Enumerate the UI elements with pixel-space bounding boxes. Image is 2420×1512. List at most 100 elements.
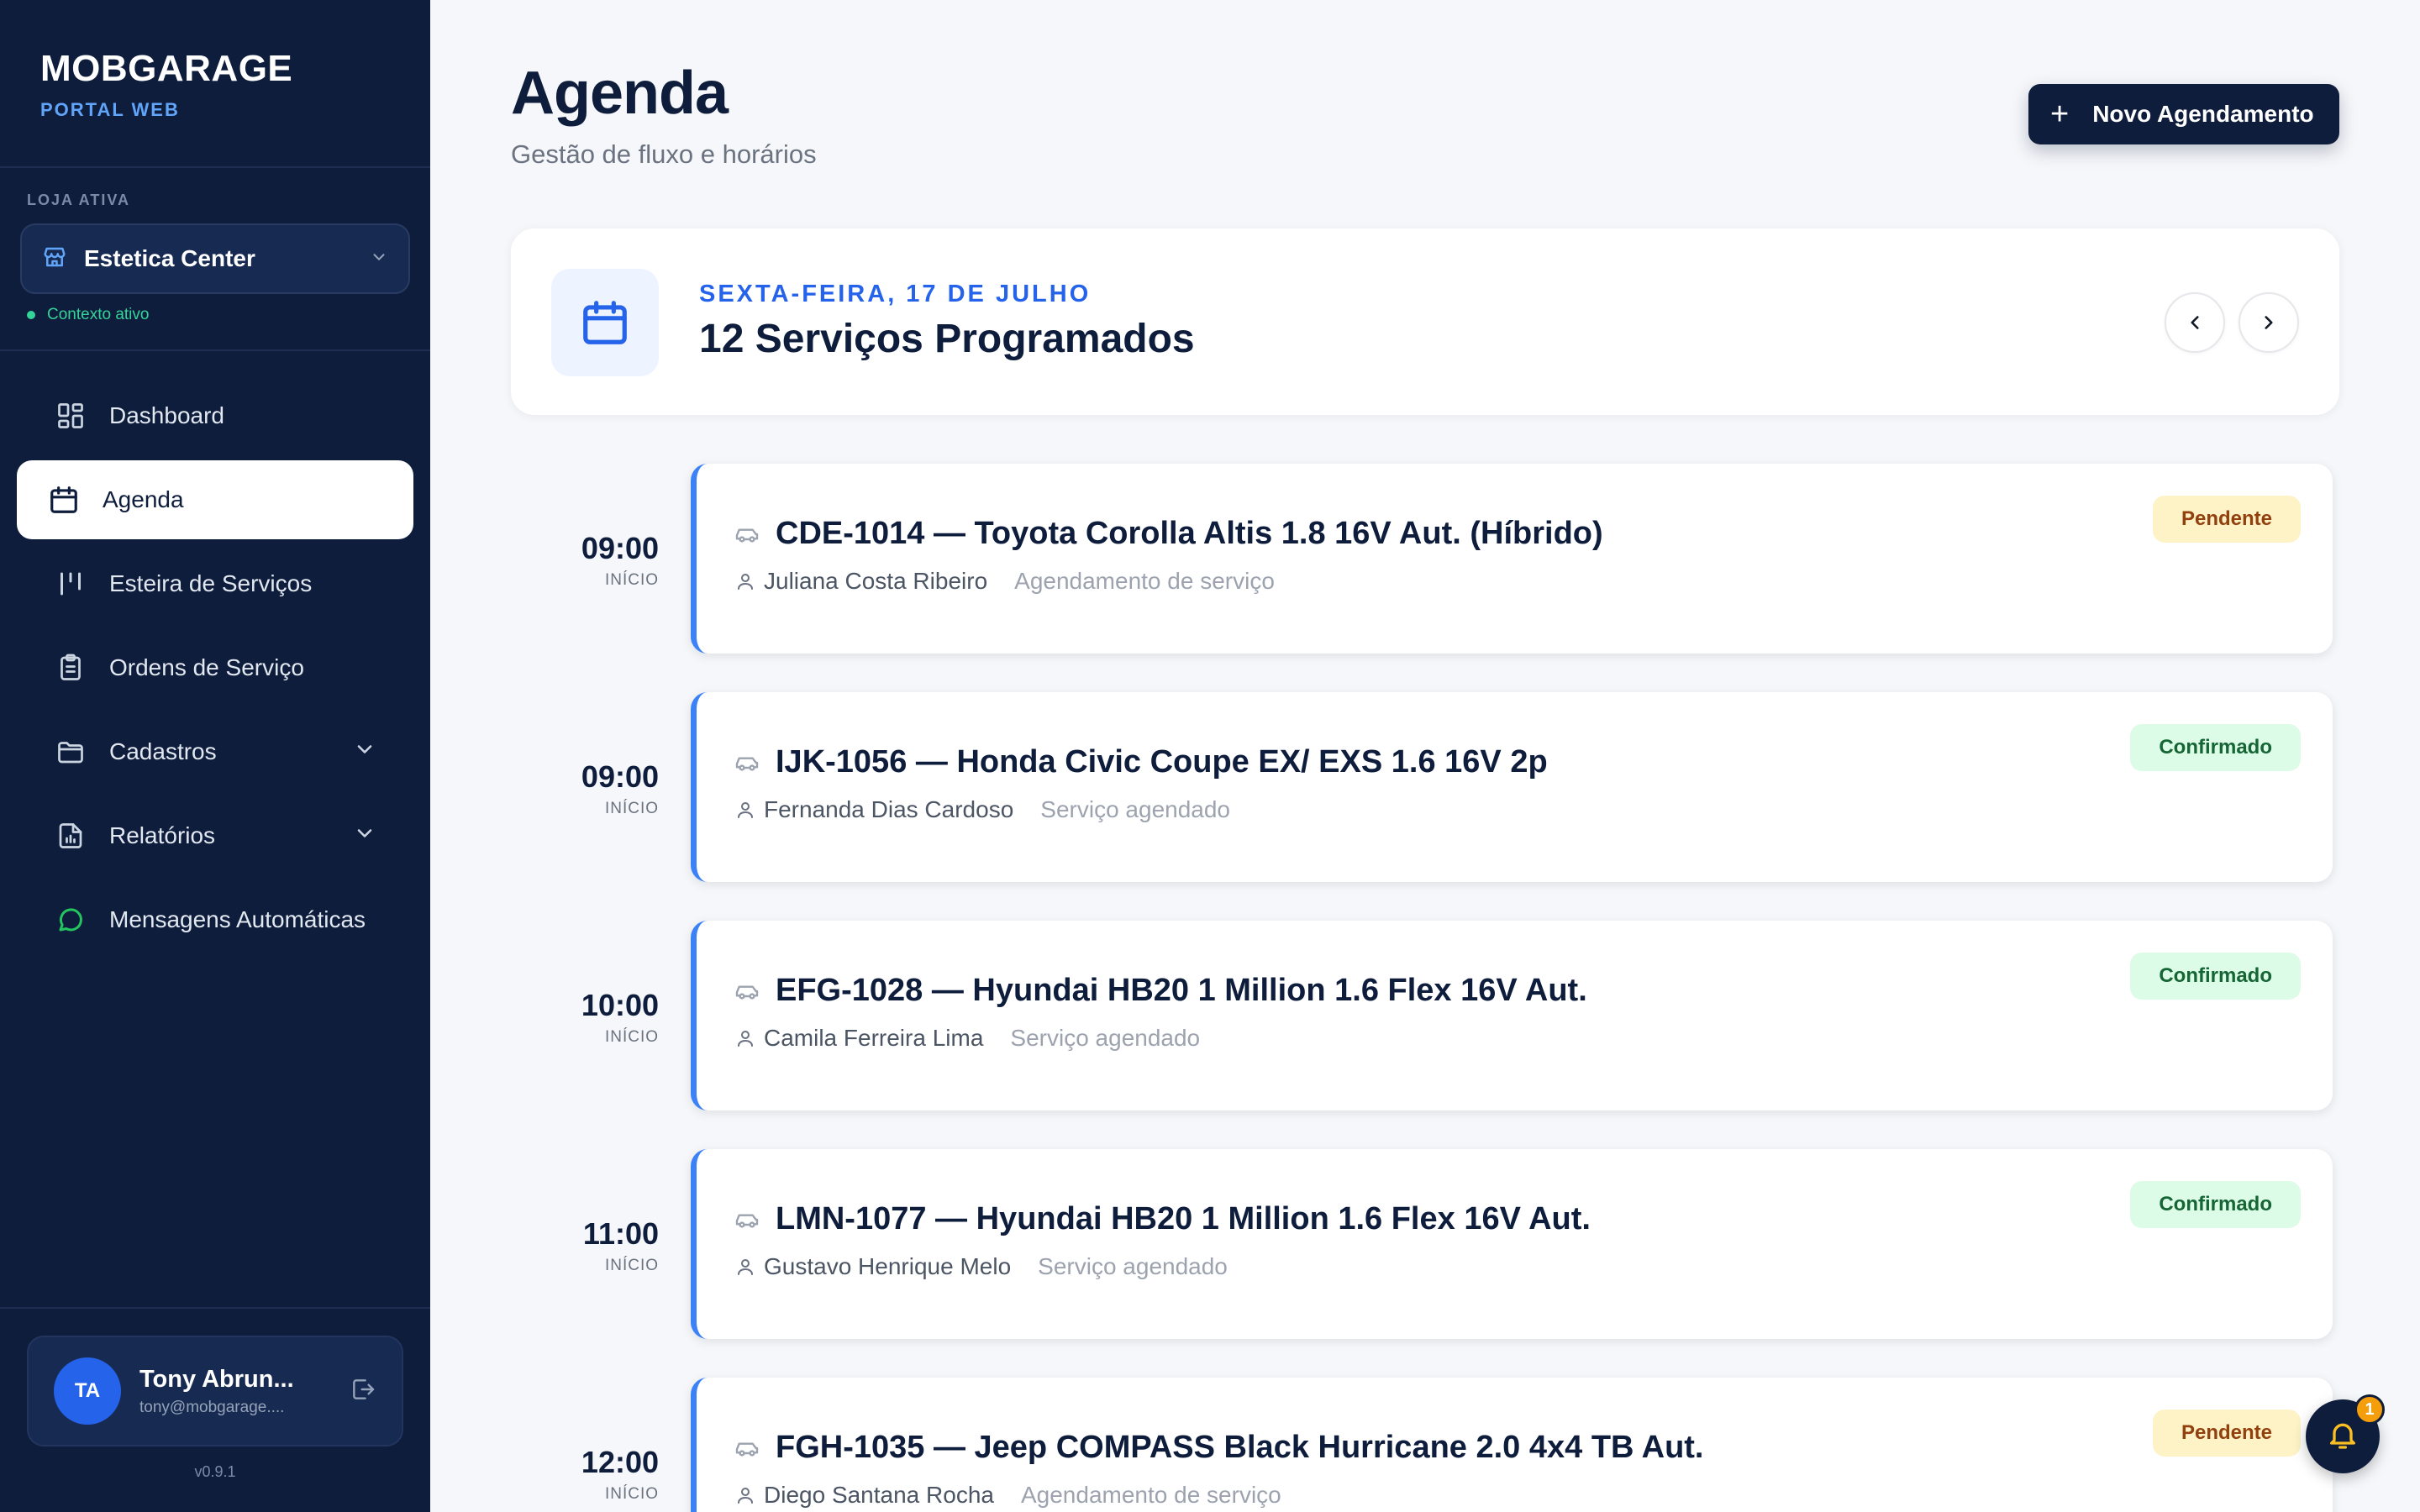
user-icon [738, 1031, 753, 1047]
appointment-time: 12:00 INÍCIO [581, 1445, 659, 1504]
car-icon [734, 1206, 760, 1233]
car-icon [734, 521, 760, 548]
sidebar-divider [0, 166, 430, 168]
time-value: 09:00 [581, 759, 659, 794]
sidebar-item-dashboard[interactable]: Dashboard [17, 376, 413, 455]
prev-day-button[interactable] [2165, 292, 2225, 353]
page-title: Agenda [511, 60, 729, 127]
client: Juliana Costa Ribeiro [735, 568, 987, 595]
brand-title: MOBGARAGE [40, 48, 293, 89]
appointment-title: EFG-1028 — Hyundai HB20 1 Million 1.6 Fl… [734, 973, 1587, 1009]
status-dot [27, 311, 35, 319]
plus-icon: + [2050, 97, 2070, 132]
report-icon [54, 819, 87, 853]
columns-icon [54, 567, 87, 601]
appointment-row: 11:00 INÍCIO LMN-1077 — Hyundai HB20 1 M… [511, 1149, 2339, 1339]
calendar-icon [47, 483, 81, 517]
appointment-title: IJK-1056 — Honda Civic Coupe EX/ EXS 1.6… [734, 744, 1548, 780]
sidebar-item-ordens[interactable]: Ordens de Serviço [17, 628, 413, 707]
appointment-card[interactable]: IJK-1056 — Honda Civic Coupe EX/ EXS 1.6… [691, 692, 2333, 882]
folder-icon [54, 735, 87, 769]
appointment-card[interactable]: EFG-1028 — Hyundai HB20 1 Million 1.6 Fl… [691, 921, 2333, 1110]
avatar[interactable]: TA [54, 1357, 121, 1425]
status-badge: Confirmado [2130, 1181, 2301, 1228]
vehicle-title: IJK-1056 — Honda Civic Coupe EX/ EXS 1.6… [776, 744, 1548, 780]
sidebar: MOBGARAGE PORTAL WEB LOJA ATIVA Estetica… [0, 0, 430, 1512]
user-card: TA Tony Abrun... tony@mobgarage.... [27, 1336, 403, 1446]
chevron-down-icon [353, 822, 376, 851]
appointment-row: 09:00 INÍCIO IJK-1056 — Honda Civic Coup… [511, 692, 2339, 882]
appointment-title: LMN-1077 — Hyundai HB20 1 Million 1.6 Fl… [734, 1201, 1591, 1237]
car-icon [734, 749, 760, 776]
user-icon [738, 574, 753, 590]
vehicle-title: LMN-1077 — Hyundai HB20 1 Million 1.6 Fl… [776, 1201, 1591, 1236]
brand: MOBGARAGE PORTAL WEB [40, 49, 292, 121]
notification-count-badge: 1 [2354, 1394, 2385, 1425]
chevron-left-icon [2191, 316, 2199, 329]
client-name: Fernanda Dias Cardoso [764, 796, 1014, 822]
sidebar-item-label: Relatórios [109, 822, 216, 848]
sidebar-item-label: Ordens de Serviço [109, 654, 304, 680]
user-info: Tony Abrun... tony@mobgarage.... [139, 1366, 350, 1417]
appointment-meta: Diego Santana Rocha Agendamento de servi… [735, 1482, 1281, 1509]
time-label: INÍCIO [604, 1028, 659, 1046]
new-appointment-button[interactable]: + Novo Agendamento [2028, 84, 2339, 144]
appointment-row: 09:00 INÍCIO CDE-1014 — Toyota Corolla A… [511, 464, 2339, 654]
store-selector[interactable]: Estetica Center [20, 223, 410, 294]
sidebar-item-label: Cadastros [109, 738, 217, 764]
status-badge: Pendente [2152, 1410, 2301, 1457]
sidebar-divider [0, 1307, 430, 1309]
time-label: INÍCIO [604, 1257, 659, 1274]
appointment-card[interactable]: LMN-1077 — Hyundai HB20 1 Million 1.6 Fl… [691, 1149, 2333, 1339]
appointment-card[interactable]: CDE-1014 — Toyota Corolla Altis 1.8 16V … [691, 464, 2333, 654]
user-icon [738, 1488, 753, 1504]
user-icon [738, 1259, 753, 1275]
sidebar-nav: Dashboard Agenda Esteira de Serviços Ord… [17, 376, 413, 964]
clipboard-icon [54, 651, 87, 685]
client: Diego Santana Rocha [735, 1482, 994, 1509]
app-version: v0.9.1 [194, 1463, 236, 1480]
next-day-button[interactable] [2238, 292, 2299, 353]
chevron-down-icon [370, 248, 388, 270]
appointment-meta: Fernanda Dias Cardoso Serviço agendado [735, 796, 1230, 823]
client: Camila Ferreira Lima [735, 1025, 983, 1052]
client: Fernanda Dias Cardoso [735, 796, 1013, 823]
new-appointment-label: Novo Agendamento [2092, 101, 2314, 127]
appointment-meta: Gustavo Henrique Melo Serviço agendado [735, 1253, 1228, 1280]
store-label: LOJA ATIVA [27, 192, 130, 208]
appointment-time: 10:00 INÍCIO [581, 988, 659, 1047]
store-icon [42, 244, 67, 274]
user-email: tony@mobgarage.... [139, 1398, 285, 1416]
sidebar-item-label: Dashboard [109, 402, 224, 428]
dashboard-grid-icon [54, 399, 87, 433]
sidebar-item-cadastros[interactable]: Cadastros [17, 712, 413, 791]
sidebar-divider [0, 349, 430, 351]
time-value: 10:00 [581, 988, 659, 1022]
client-name: Diego Santana Rocha [764, 1482, 994, 1508]
sidebar-item-relatorios[interactable]: Relatórios [17, 796, 413, 875]
vehicle-title: FGH-1035 — Jeep COMPASS Black Hurricane … [776, 1430, 1704, 1465]
sidebar-item-label: Mensagens Automáticas [109, 906, 366, 932]
client: Gustavo Henrique Melo [735, 1253, 1011, 1280]
user-icon [738, 802, 753, 818]
logout-icon[interactable] [350, 1376, 376, 1407]
appointment-time: 11:00 INÍCIO [583, 1216, 659, 1275]
store-name: Estetica Center [84, 245, 255, 271]
sidebar-item-agenda[interactable]: Agenda [17, 460, 413, 539]
car-icon [734, 1435, 760, 1462]
calendar-icon [551, 269, 659, 376]
sidebar-item-esteira[interactable]: Esteira de Serviços [17, 544, 413, 623]
client-name: Gustavo Henrique Melo [764, 1253, 1012, 1279]
notifications-button[interactable]: 1 [2306, 1394, 2385, 1473]
sidebar-item-label: Esteira de Serviços [109, 570, 313, 596]
client-name: Juliana Costa Ribeiro [764, 568, 988, 594]
appointment-meta: Juliana Costa Ribeiro Agendamento de ser… [735, 568, 1275, 595]
appointment-description: Serviço agendado [1038, 1253, 1228, 1279]
appointment-card[interactable]: FGH-1035 — Jeep COMPASS Black Hurricane … [691, 1378, 2333, 1512]
vehicle-title: EFG-1028 — Hyundai HB20 1 Million 1.6 Fl… [776, 973, 1587, 1008]
time-value: 11:00 [582, 1216, 659, 1251]
appointment-time: 09:00 INÍCIO [581, 759, 659, 818]
appointment-title: CDE-1014 — Toyota Corolla Altis 1.8 16V … [734, 516, 1603, 552]
sidebar-item-mensagens[interactable]: Mensagens Automáticas [17, 880, 413, 959]
date-card: SEXTA-FEIRA, 17 DE JULHO 12 Serviços Pro… [511, 228, 2339, 415]
